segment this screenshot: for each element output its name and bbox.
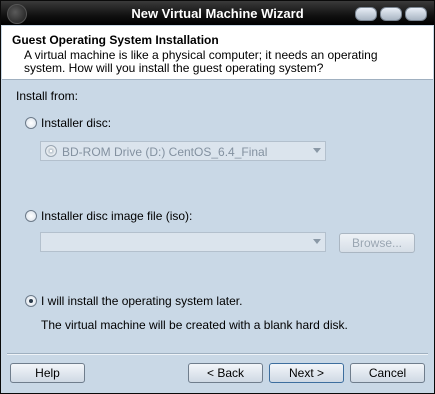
installer-disc-label[interactable]: Installer disc: [41, 116, 111, 130]
wizard-header: Guest Operating System Installation A vi… [2, 26, 433, 80]
close-button[interactable] [405, 7, 427, 21]
maximize-button[interactable] [380, 7, 402, 21]
page-description: A virtual machine is like a physical com… [24, 48, 378, 75]
drive-select[interactable]: BD-ROM Drive (D:) CentOS_6.4_Final [40, 141, 326, 161]
install-later-note: The virtual machine will be created with… [41, 318, 348, 332]
chevron-down-icon [313, 148, 321, 153]
iso-radio[interactable] [25, 210, 37, 222]
disc-icon [45, 145, 57, 157]
install-later-radio[interactable] [25, 295, 37, 307]
installer-disc-radio[interactable] [25, 117, 37, 129]
install-from-label: Install from: [16, 89, 79, 103]
wizard-window: New Virtual Machine Wizard Guest Operati… [0, 0, 435, 394]
drive-select-value: BD-ROM Drive (D:) CentOS_6.4_Final [62, 145, 268, 159]
iso-path-select[interactable] [40, 232, 326, 252]
chevron-down-icon [313, 239, 321, 244]
browse-button[interactable]: Browse... [339, 233, 415, 253]
install-later-label[interactable]: I will install the operating system late… [41, 294, 242, 308]
minimize-button[interactable] [355, 7, 377, 21]
next-button[interactable]: Next > [269, 363, 344, 383]
footer-separator [7, 353, 428, 355]
page-title: Guest Operating System Installation [12, 33, 219, 47]
title-bar[interactable]: New Virtual Machine Wizard [1, 1, 434, 25]
cancel-button[interactable]: Cancel [350, 363, 425, 383]
iso-label[interactable]: Installer disc image file (iso): [41, 209, 192, 223]
back-button[interactable]: < Back [188, 363, 263, 383]
help-button[interactable]: Help [10, 363, 85, 383]
